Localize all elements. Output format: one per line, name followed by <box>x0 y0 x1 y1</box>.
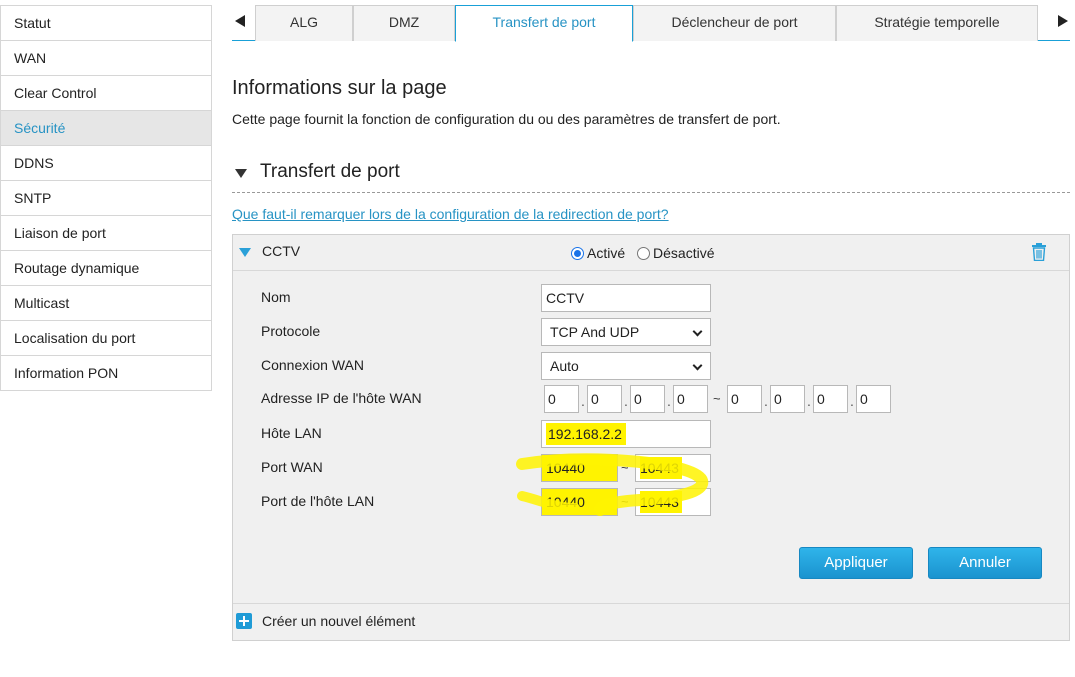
entry-form: Nom CCTV Protocole TCP And UDP Connexion… <box>233 271 1069 604</box>
protocol-select[interactable]: TCP And UDP <box>541 318 711 346</box>
tab-alg[interactable]: ALG <box>255 5 353 41</box>
section-title: Transfert de port <box>260 161 400 182</box>
trash-icon[interactable] <box>1031 243 1047 261</box>
sidebar-item-multicast[interactable]: Multicast <box>1 286 211 321</box>
lan-host-value: 192.168.2.2 <box>546 423 626 445</box>
page-description: Cette page fournit la fonction de config… <box>232 111 781 127</box>
wan-ip-start-octet-4[interactable]: 0 <box>673 385 708 413</box>
form-box: Nom CCTV Protocole TCP And UDP Connexion… <box>233 271 1069 604</box>
page-title: Informations sur la page <box>232 77 447 99</box>
ip-dot: . <box>764 393 768 409</box>
wan-ip-start-octet-1[interactable]: 0 <box>544 385 579 413</box>
ip-dot: . <box>850 393 854 409</box>
lan-port-label: Port de l'hôte LAN <box>261 493 375 509</box>
help-link[interactable]: Que faut-il remarquer lors de la configu… <box>232 206 669 222</box>
section-header: Transfert de port <box>232 160 1070 193</box>
wan-port-end-field[interactable]: 10443 <box>635 454 711 482</box>
sidebar-item-statut[interactable]: Statut <box>1 6 211 41</box>
name-field[interactable]: CCTV <box>541 284 711 312</box>
collapse-triangle-icon[interactable] <box>235 169 247 178</box>
tab-bar: ALG DMZ Transfert de port Déclencheur de… <box>232 5 1070 42</box>
sidebar-item-ddns[interactable]: DDNS <box>1 146 211 181</box>
sidebar-item-securite[interactable]: Sécurité <box>1 111 211 146</box>
sidebar-item-routage-dynamique[interactable]: Routage dynamique <box>1 251 211 286</box>
sidebar-item-information-pon[interactable]: Information PON <box>1 356 211 391</box>
disabled-radio[interactable] <box>637 247 651 260</box>
sidebar-item-sntp[interactable]: SNTP <box>1 181 211 216</box>
wan-port-label: Port WAN <box>261 459 323 475</box>
expand-triangle-icon[interactable] <box>239 248 251 257</box>
chevron-down-icon <box>692 326 703 337</box>
wan-ip-label: Adresse IP de l'hôte WAN <box>261 390 422 406</box>
enabled-radio-label: Activé <box>587 245 626 261</box>
tab-dmz[interactable]: DMZ <box>353 5 455 41</box>
sidebar-item-wan[interactable]: WAN <box>1 41 211 76</box>
tab-transfert-de-port[interactable]: Transfert de port <box>455 5 633 42</box>
wan-ip-start-octet-3[interactable]: 0 <box>630 385 665 413</box>
sidebar-nav: Statut WAN Clear Control Sécurité DDNS S… <box>0 5 212 391</box>
sidebar-item-liaison-de-port[interactable]: Liaison de port <box>1 216 211 251</box>
tab-declencheur-de-port[interactable]: Déclencheur de port <box>633 5 836 41</box>
enabled-radio[interactable] <box>571 247 584 260</box>
ip-dot: . <box>581 393 585 409</box>
lan-host-label: Hôte LAN <box>261 425 322 441</box>
wan-ip-start-octet-2[interactable]: 0 <box>587 385 622 413</box>
wan-port-end-value: 10443 <box>640 457 682 479</box>
status-radio-group: Activé Désactivé <box>571 245 722 261</box>
wan-connection-select[interactable]: Auto <box>541 352 711 380</box>
sidebar-item-localisation-du-port[interactable]: Localisation du port <box>1 321 211 356</box>
ip-dot: . <box>624 393 628 409</box>
disabled-radio-label: Désactivé <box>653 245 715 261</box>
lan-host-field[interactable]: 192.168.2.2 <box>541 420 711 448</box>
plus-icon[interactable] <box>236 613 252 629</box>
lan-port-start-field[interactable]: 10440 <box>541 488 618 516</box>
range-separator: ~ <box>621 494 629 509</box>
lan-port-end-value: 10443 <box>640 491 682 513</box>
sidebar-item-clear-control[interactable]: Clear Control <box>1 76 211 111</box>
lan-port-end-field[interactable]: 10443 <box>635 488 711 516</box>
ip-dot: . <box>667 393 671 409</box>
cancel-button[interactable]: Annuler <box>928 547 1042 579</box>
panel-footer: Créer un nouvel élément <box>233 605 1069 640</box>
wan-ip-end-octet-2[interactable]: 0 <box>770 385 805 413</box>
wan-port-start-field[interactable]: 10440 <box>541 454 618 482</box>
protocol-label: Protocole <box>261 323 321 339</box>
range-separator: ~ <box>621 460 629 475</box>
range-separator: ~ <box>713 391 721 406</box>
wan-ip-end-octet-4[interactable]: 0 <box>856 385 891 413</box>
wan-ip-end-octet-1[interactable]: 0 <box>727 385 762 413</box>
port-forward-entry-panel: CCTV Activé Désactivé Nom CCTV Protocole… <box>232 234 1070 641</box>
protocol-value: TCP And UDP <box>550 324 640 340</box>
wan-ip-end-octet-3[interactable]: 0 <box>813 385 848 413</box>
tab-scroll-left-icon[interactable] <box>235 15 245 27</box>
tab-scroll-right-icon[interactable] <box>1058 15 1068 27</box>
wan-connection-value: Auto <box>550 358 579 374</box>
entry-header: CCTV Activé Désactivé <box>233 235 1069 271</box>
ip-dot: . <box>807 393 811 409</box>
wan-connection-label: Connexion WAN <box>261 357 364 373</box>
apply-button[interactable]: Appliquer <box>799 547 913 579</box>
tab-strategie-temporelle[interactable]: Stratégie temporelle <box>836 5 1038 41</box>
create-new-item-link[interactable]: Créer un nouvel élément <box>262 613 415 629</box>
name-label: Nom <box>261 289 291 305</box>
entry-name: CCTV <box>262 243 301 259</box>
chevron-down-icon <box>692 360 703 371</box>
